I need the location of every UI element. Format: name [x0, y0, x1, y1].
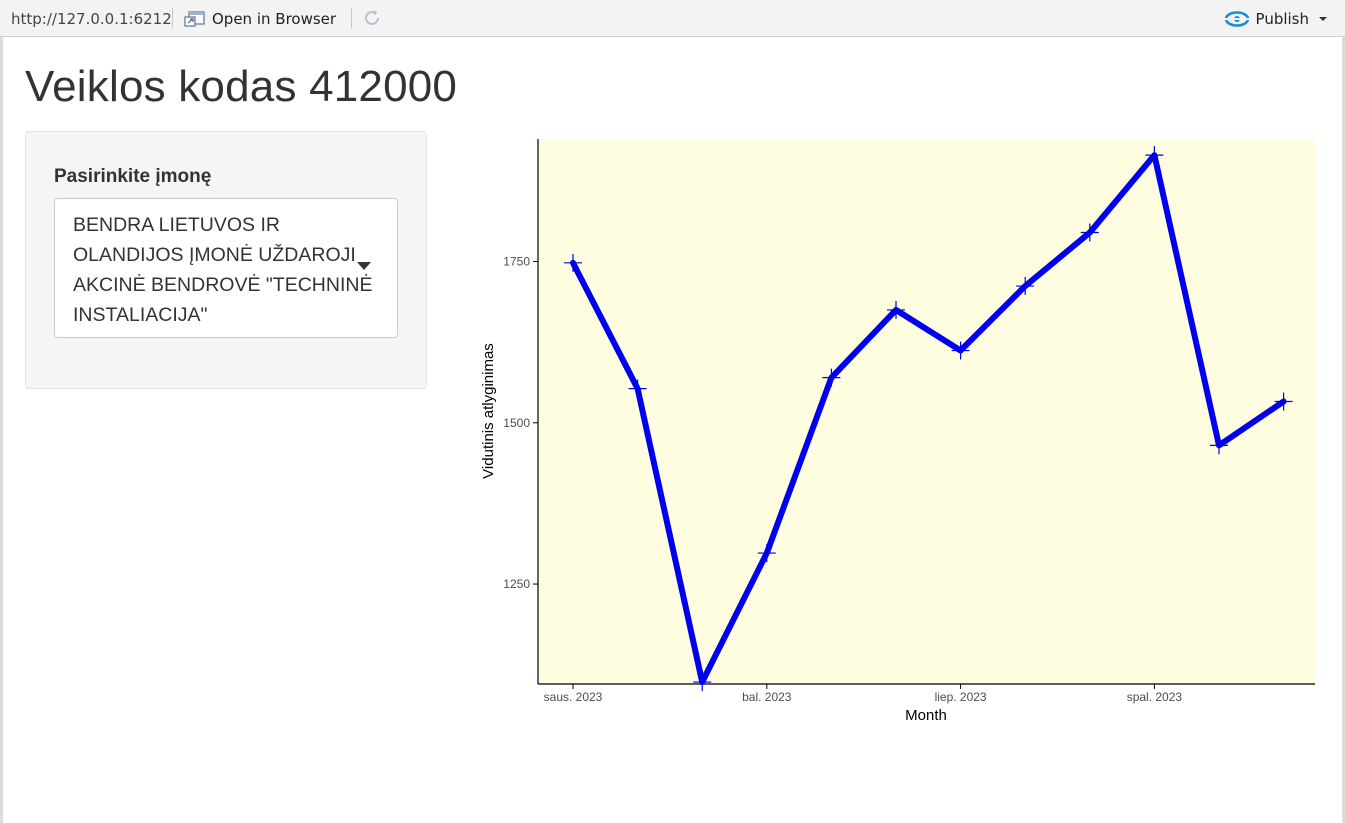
- open-in-browser-label: Open in Browser: [212, 10, 337, 28]
- publish-icon: [1223, 11, 1250, 27]
- company-select-value: BENDRA LIETUVOS IR OLANDIJOS ĮMONĖ UŽDAR…: [73, 214, 373, 326]
- dropdown-caret-icon: [357, 262, 371, 270]
- viewer-toolbar: http://127.0.0.1:6212 Open in Browser Pu…: [0, 0, 1345, 37]
- refresh-icon[interactable]: [361, 7, 383, 29]
- x-tick-label: liep. 2023: [935, 690, 987, 704]
- open-in-browser-icon: [184, 11, 205, 27]
- page-title: Veiklos kodas 412000: [25, 62, 458, 111]
- x-tick-label: saus. 2023: [544, 690, 603, 704]
- publish-button[interactable]: Publish: [1223, 8, 1331, 30]
- company-select-label: Pasirinkite įmonę: [54, 166, 212, 187]
- x-tick-label: bal. 2023: [742, 690, 792, 704]
- sidebar-panel: Pasirinkite įmonę BENDRA LIETUVOS IR OLA…: [25, 131, 427, 389]
- x-tick-label: spal. 2023: [1127, 690, 1183, 704]
- y-tick-label: 1750: [503, 255, 530, 269]
- y-axis-label: Vidutinis atlyginimas: [480, 343, 497, 479]
- plot-panel-background: [538, 139, 1315, 684]
- toolbar-divider: [351, 8, 352, 28]
- y-axis-ticks: 1250 1500 1750: [503, 255, 538, 591]
- url-text: http://127.0.0.1:6212: [11, 10, 172, 28]
- x-axis-ticks: saus. 2023 bal. 2023 liep. 2023 spal. 2023: [544, 684, 1183, 704]
- open-in-browser-button[interactable]: Open in Browser: [184, 8, 336, 30]
- company-select[interactable]: BENDRA LIETUVOS IR OLANDIJOS ĮMONĖ UŽDAR…: [54, 198, 398, 338]
- chevron-down-icon[interactable]: [1315, 13, 1331, 25]
- y-tick-label: 1500: [503, 416, 530, 430]
- toolbar-divider: [172, 8, 173, 28]
- salary-line-chart: 1250 1500 1750 saus. 2023 bal. 2023 liep. 20…: [480, 139, 1315, 724]
- publish-label: Publish: [1255, 10, 1309, 28]
- x-axis-label: Month: [905, 707, 947, 724]
- y-tick-label: 1250: [503, 577, 530, 591]
- frame-border-left: [0, 37, 3, 823]
